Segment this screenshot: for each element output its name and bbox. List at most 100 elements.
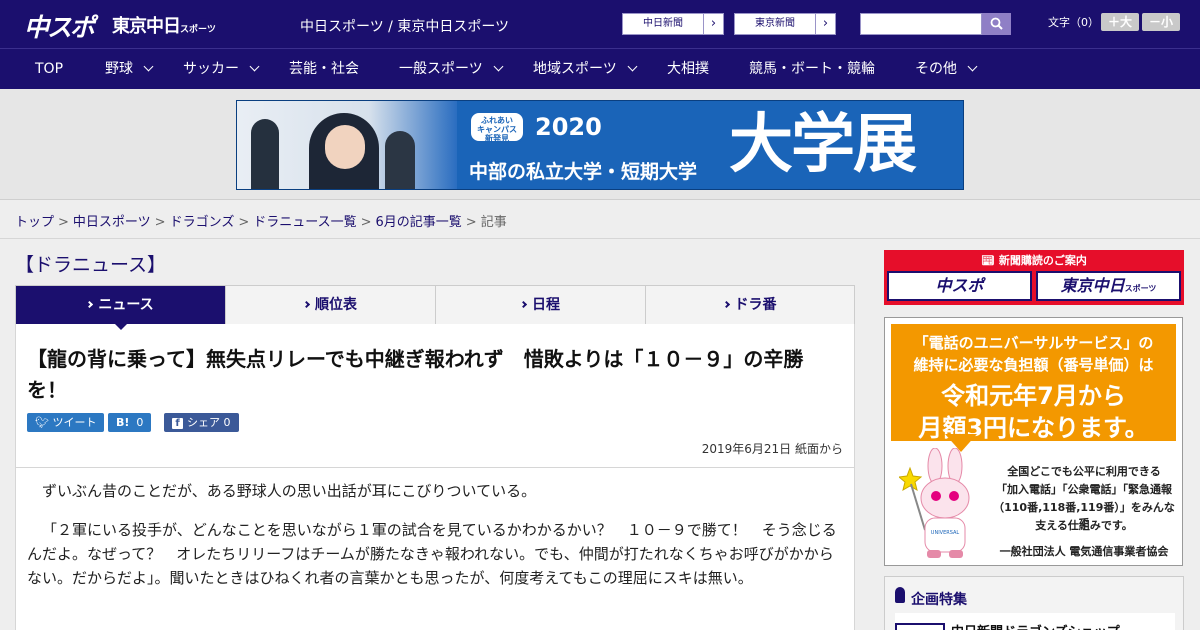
nav-item-label: 野球 bbox=[105, 61, 133, 77]
article: 【龍の背に乗って】無失点リレーでも中継ぎ報われず 惜敗よりは「１０－９」の辛勝を… bbox=[15, 324, 855, 630]
breadcrumb-link-dora-news[interactable]: ドラニュース一覧 bbox=[253, 215, 356, 230]
subscribe-chuspo-button[interactable]: 中スポ bbox=[887, 271, 1032, 301]
universal-ad-body: 「加入電話」「公衆電話」「緊急通報 bbox=[996, 483, 1172, 496]
breadcrumb-link-top[interactable]: トップ bbox=[15, 215, 54, 230]
chevron-down-icon bbox=[493, 61, 504, 72]
nav-item-baseball[interactable]: 野球 bbox=[105, 49, 154, 89]
dragons-tabs: ニュース 順位表 日程 ドラ番 bbox=[15, 285, 855, 325]
breadcrumb-separator: > bbox=[154, 215, 166, 230]
tokyo-chunichi-logo[interactable]: 東京中日スポーツ bbox=[112, 12, 216, 38]
universal-ad-line: 「電話のユニバーサルサービス」の bbox=[913, 334, 1154, 352]
facebook-share-button[interactable]: f シェア 0 bbox=[164, 413, 239, 432]
breadcrumb-link-dragons[interactable]: ドラゴンズ bbox=[170, 215, 235, 230]
ad-badge-line: キャンパス bbox=[477, 125, 517, 134]
article-divider bbox=[16, 467, 854, 468]
tokyo-shimbun-label: 東京新聞 bbox=[755, 18, 795, 29]
planning-features-box: 企画特集 中日新聞ドラゴンズショップ bbox=[884, 576, 1184, 630]
tab-schedule[interactable]: 日程 bbox=[436, 286, 646, 324]
ad-subtitle: 中部の私立大学・短期大学 bbox=[469, 161, 698, 183]
nav-item-sumo[interactable]: 大相撲 bbox=[667, 49, 709, 89]
nav-item-label: その他 bbox=[915, 61, 957, 77]
facebook-label: シェア bbox=[187, 416, 220, 429]
planning-feature-label: 中日新聞ドラゴンズショップ bbox=[951, 621, 1120, 630]
breadcrumb-link-june[interactable]: 6月の記事一覧 bbox=[376, 215, 462, 230]
breadcrumb-link-chunichi-sports[interactable]: 中日スポーツ bbox=[73, 215, 151, 230]
site-title: 中日スポーツ / 東京中日スポーツ bbox=[300, 19, 510, 35]
nav-item-other[interactable]: その他 bbox=[915, 49, 978, 89]
font-larger-button[interactable]: ＋大 bbox=[1101, 13, 1139, 31]
ad-headline: 大学展 bbox=[729, 108, 917, 182]
banner-area: ふれあい キャンパス 新発見 2020 中部の私立大学・短期大学 大学展 bbox=[0, 89, 1200, 200]
twitter-icon: 🐦︎ bbox=[35, 416, 53, 429]
tokyo-shimbun-link[interactable]: 東京新聞 › bbox=[734, 13, 836, 35]
ad-badge-line: 新発見 bbox=[485, 134, 509, 143]
breadcrumb-separator: > bbox=[465, 215, 477, 230]
nav-item-label: 地域スポーツ bbox=[533, 61, 617, 77]
font-smaller-button[interactable]: －小 bbox=[1142, 13, 1180, 31]
search-input[interactable] bbox=[860, 13, 982, 35]
universal-ad-line: 維持に必要な負担額（番号単価）は bbox=[913, 356, 1154, 374]
nav-item-label: 芸能・社会 bbox=[289, 61, 359, 77]
chunichi-shimbun-label: 中日新聞 bbox=[643, 18, 683, 29]
tweet-button[interactable]: 🐦︎ ツイート bbox=[27, 413, 105, 432]
nav-item-local-sports[interactable]: 地域スポーツ bbox=[533, 49, 638, 89]
nav-item-label: 大相撲 bbox=[667, 61, 709, 77]
subscription-heading-text: 新聞購読のご案内 bbox=[998, 254, 1087, 267]
universal-ad-body: 支える仕組みです。 bbox=[1035, 519, 1133, 532]
article-paragraph: ずいぶん昔のことだが、ある野球人の思い出話が耳にこびりついている。 bbox=[42, 482, 537, 500]
chevron-right-icon bbox=[722, 300, 730, 309]
planning-feature-thumbnail bbox=[895, 623, 945, 630]
chuspo-logo[interactable]: 中スポ bbox=[24, 8, 95, 44]
nav-item-label: 一般スポーツ bbox=[399, 61, 483, 77]
main-nav: TOP 野球 サッカー 芸能・社会 一般スポーツ 地域スポーツ 大相撲 競馬・ボ… bbox=[0, 48, 1200, 89]
search-icon bbox=[990, 17, 1003, 30]
article-paragraph: 「２軍にいる投手が、どんなことを思いながら１軍の試合を見ているかわかるかい？ １… bbox=[27, 521, 837, 587]
nav-item-top[interactable]: TOP bbox=[35, 49, 63, 89]
facebook-icon: f bbox=[172, 418, 183, 429]
tab-dora-ban[interactable]: ドラ番 bbox=[646, 286, 854, 324]
search-button[interactable] bbox=[982, 13, 1011, 35]
nav-item-label: サッカー bbox=[183, 61, 239, 77]
rabbit-mascot-icon: UNIVERSAL bbox=[899, 448, 970, 558]
tab-label: 日程 bbox=[532, 297, 560, 313]
ribbon-icon bbox=[895, 587, 905, 603]
article-headline: 【龍の背に乗って】無失点リレーでも中継ぎ報われず 惜敗よりは「１０－９」の辛勝を… bbox=[27, 347, 804, 402]
section-title: 【ドラニュース】 bbox=[15, 254, 167, 276]
hatena-bookmark-button[interactable]: B! 0 bbox=[108, 413, 152, 432]
chevron-right-icon: › bbox=[703, 14, 723, 34]
nav-item-racing[interactable]: 競馬・ボート・競輪 bbox=[749, 49, 875, 89]
universal-ad-line: 月額3円になります。 bbox=[918, 414, 1149, 442]
breadcrumb-separator: > bbox=[238, 215, 250, 230]
tab-label: 順位表 bbox=[315, 297, 357, 313]
ad-students-photo bbox=[237, 101, 457, 189]
universal-ad-org: 一般社団法人 電気通信事業者協会 bbox=[999, 545, 1169, 558]
subscription-heading: 📰︎ 新聞購読のご案内 bbox=[884, 252, 1184, 268]
nav-item-label: 競馬・ボート・競輪 bbox=[749, 61, 875, 77]
svg-text:UNIVERSAL: UNIVERSAL bbox=[931, 530, 960, 536]
universal-service-ad[interactable]: 「電話のユニバーサルサービス」の 維持に必要な負担額（番号単価）は 令和元年7月… bbox=[884, 317, 1183, 566]
subscribe-tokyo-chunichi-button[interactable]: 東京中日スポーツ bbox=[1036, 271, 1181, 301]
breadcrumb-divider bbox=[0, 238, 1200, 239]
chevron-down-icon bbox=[249, 61, 260, 72]
tab-news[interactable]: ニュース bbox=[16, 286, 226, 324]
planning-features-title: 企画特集 bbox=[911, 592, 967, 608]
nav-item-general-sports[interactable]: 一般スポーツ bbox=[399, 49, 504, 89]
planning-feature-item[interactable]: 中日新聞ドラゴンズショップ bbox=[895, 613, 1175, 630]
newspaper-icon: 📰︎ bbox=[981, 254, 999, 267]
tab-standings[interactable]: 順位表 bbox=[226, 286, 436, 324]
active-tab-pointer bbox=[114, 323, 128, 330]
font-size-label: 文字（0） bbox=[1048, 16, 1099, 29]
chevron-right-icon bbox=[519, 300, 528, 309]
nav-item-soccer[interactable]: サッカー bbox=[183, 49, 260, 89]
tokyo-chunichi-logo-text: 東京中日 bbox=[112, 16, 181, 37]
nav-item-entertainment[interactable]: 芸能・社会 bbox=[289, 49, 359, 89]
ad-badge-logo: ふれあい キャンパス 新発見 bbox=[469, 111, 525, 143]
chevron-right-icon bbox=[302, 300, 311, 309]
chunichi-shimbun-link[interactable]: 中日新聞 › bbox=[622, 13, 724, 35]
breadcrumb-separator: > bbox=[360, 215, 372, 230]
article-date: 2019年6月21日 紙面から bbox=[701, 442, 843, 456]
chevron-down-icon bbox=[627, 61, 638, 72]
hatena-count: 0 bbox=[136, 416, 144, 429]
facebook-count: 0 bbox=[223, 416, 231, 429]
university-fair-ad[interactable]: ふれあい キャンパス 新発見 2020 中部の私立大学・短期大学 大学展 bbox=[236, 100, 964, 190]
